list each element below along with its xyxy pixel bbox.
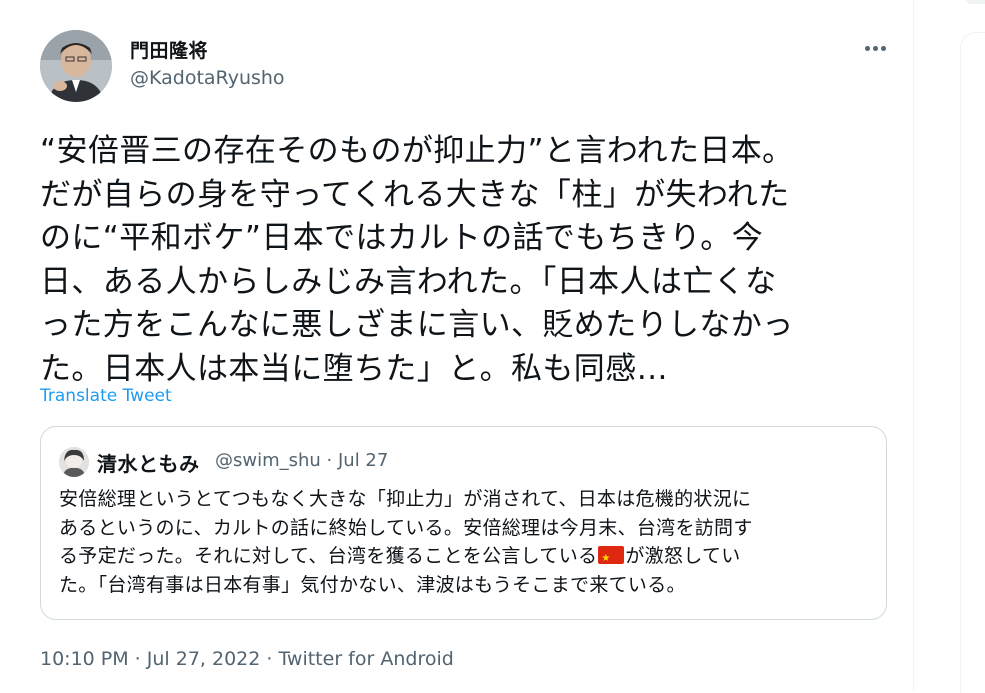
- quoted-body-line: 安倍総理というとてつもなく大きな「抑止力」が消されて、日本は危機的状況に: [59, 488, 752, 510]
- author-avatar-image: [40, 30, 112, 102]
- tweet-timestamp[interactable]: 10:10 PM · Jul 27, 2022 · Twitter for An…: [40, 648, 454, 670]
- quoted-author-name[interactable]: 清水ともみ: [97, 448, 200, 477]
- tweet-body-line: “安倍晋三の存在そのものが抑止力”と言われた日本。: [40, 133, 794, 169]
- dot-icon: [872, 45, 878, 51]
- dot-icon: [864, 45, 870, 51]
- quoted-body-line: る予定だった。それに対して、台湾を獲ることを公言している が激怒してい: [59, 542, 879, 574]
- dot-icon: [880, 45, 886, 51]
- sidebar-card: [960, 32, 985, 693]
- author-name[interactable]: 門田隆将: [130, 36, 208, 63]
- tweet-body-line: のに“平和ボケ”日本ではカルトの話でもちきり。今: [40, 220, 764, 256]
- quoted-author-avatar[interactable]: [59, 447, 89, 477]
- more-options-button[interactable]: [860, 36, 890, 60]
- tweet-body-line: た。日本人は本当に堕ちた」と。私も同感…: [40, 350, 668, 387]
- sidebar-edge: [966, 0, 985, 4]
- tweet-body-line: った方をこんなに悪しざまに言い、貶めたりしなかっ: [40, 307, 794, 343]
- author-handle[interactable]: @KadotaRyusho: [130, 67, 285, 89]
- translate-tweet-link[interactable]: Translate Tweet: [40, 386, 172, 406]
- tweet-body-line: だが自らの身を守ってくれる大きな「柱」が失われた: [40, 176, 790, 213]
- quoted-body-line: あるというのに、カルトの話に終始している。安倍総理は今月末、台湾を訪問す: [59, 516, 753, 539]
- tweet-body: “安倍晋三の存在そのものが抑止力”と言われた日本。 だが自らの身を守ってくれる大き…: [40, 130, 885, 391]
- tweet-body-line: 日、ある人からしみじみ言われた。「日本人は亡くな: [40, 263, 777, 300]
- quoted-author-avatar-image: [59, 447, 89, 477]
- china-flag-icon: [598, 545, 625, 574]
- quoted-tweet-card[interactable]: 清水ともみ @swim_shu · Jul 27 安倍総理というとてつもなく大き…: [40, 426, 887, 620]
- author-avatar[interactable]: [40, 30, 112, 102]
- quoted-author-meta: @swim_shu · Jul 27: [215, 450, 389, 471]
- quoted-tweet-body: 安倍総理というとてつもなく大きな「抑止力」が消されて、日本は危機的状況に あるとい…: [59, 485, 879, 599]
- quoted-body-line: た。「台湾有事は日本有事」気付かない、津波はもうそこまで来ている。: [59, 573, 686, 596]
- quoted-line-start: る予定だった。それに対して、台湾を獲ることを公言している: [59, 545, 598, 567]
- quoted-line-end: が激怒してい: [625, 545, 741, 567]
